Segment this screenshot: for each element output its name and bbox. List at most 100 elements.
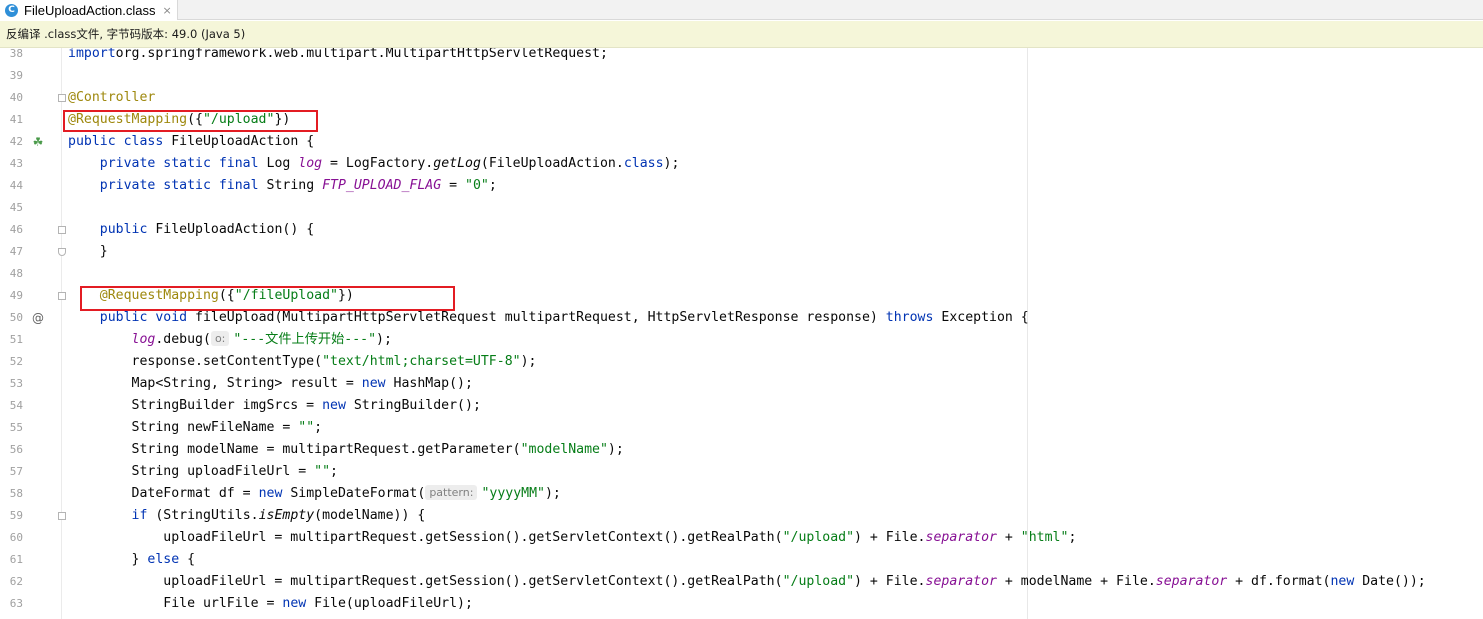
line-number: 47 xyxy=(9,245,23,258)
code-line[interactable]: 48 xyxy=(0,263,1483,285)
code-token: public void xyxy=(99,310,188,325)
code-token: (FileUploadAction. xyxy=(480,156,624,171)
code-line[interactable]: 62 uploadFileUrl = multipartRequest.getS… xyxy=(0,571,1483,593)
line-number: 43 xyxy=(9,157,23,170)
code-token: FileUploadAction { xyxy=(163,134,315,149)
code-line[interactable]: 39 xyxy=(0,65,1483,87)
code-line[interactable]: 44 private static final String FTP_UPLOA… xyxy=(0,175,1483,197)
tab-label: FileUploadAction.class xyxy=(24,2,156,18)
highlight-box-fileupload-mapping xyxy=(80,286,455,311)
code-line[interactable]: 53 Map<String, String> result = new Hash… xyxy=(0,373,1483,395)
code-token: import xyxy=(68,48,116,61)
code-text: response.setContentType("text/html;chars… xyxy=(68,351,537,373)
code-text: DateFormat df = new SimpleDateFormat(pat… xyxy=(68,483,561,505)
code-token: new xyxy=(258,486,283,501)
code-text: StringBuilder imgSrcs = new StringBuilde… xyxy=(68,395,481,417)
code-line[interactable]: 57 String uploadFileUrl = ""; xyxy=(0,461,1483,483)
code-token: getLog xyxy=(433,156,481,171)
code-token: = LogFactory. xyxy=(322,156,434,171)
code-token: if xyxy=(131,508,148,523)
code-token: ; xyxy=(330,464,338,479)
tab-file-upload-action[interactable]: C FileUploadAction.class × xyxy=(0,0,178,20)
code-token: private static final xyxy=(99,178,259,193)
code-token: class xyxy=(623,156,664,171)
code-line[interactable]: 40 @Controller xyxy=(0,87,1483,109)
code-text: String uploadFileUrl = ""; xyxy=(68,461,338,483)
editor-tab-bar: C FileUploadAction.class × xyxy=(0,0,1483,20)
code-line[interactable]: 54 StringBuilder imgSrcs = new StringBui… xyxy=(0,395,1483,417)
code-token: StringBuilder(); xyxy=(345,398,481,413)
code-line[interactable]: 55 String newFileName = ""; xyxy=(0,417,1483,439)
code-token: String uploadFileUrl = xyxy=(68,464,315,479)
code-line[interactable]: 52 response.setContentType("text/html;ch… xyxy=(0,351,1483,373)
code-token: (modelName)) { xyxy=(314,508,426,523)
code-token: ); xyxy=(376,332,392,347)
decompiled-banner: 反编译 .class文件, 字节码版本: 49.0 (Java 5) xyxy=(0,21,1483,48)
bean-icon[interactable]: ☘ xyxy=(31,131,45,153)
code-token: ); xyxy=(544,486,561,501)
code-text: importorg.springframework.web.multipart.… xyxy=(68,48,608,65)
fold-marker-icon[interactable] xyxy=(58,94,66,102)
line-number: 57 xyxy=(9,465,23,478)
code-line[interactable]: 61 } else { xyxy=(0,549,1483,571)
code-token: } xyxy=(68,244,108,259)
code-line[interactable]: 56 String modelName = multipartRequest.g… xyxy=(0,439,1483,461)
code-line[interactable]: 51 log.debug(o: "---文件上传开始---"); xyxy=(0,329,1483,351)
code-text: String modelName = multipartRequest.getP… xyxy=(68,439,624,461)
code-line[interactable]: 47 } xyxy=(0,241,1483,263)
line-number: 59 xyxy=(9,509,23,522)
code-token: File(uploadFileUrl); xyxy=(306,596,473,611)
code-line[interactable]: 59 if (StringUtils.isEmpty(modelName)) { xyxy=(0,505,1483,527)
line-number: 50 xyxy=(9,311,23,324)
code-line[interactable]: 58 DateFormat df = new SimpleDateFormat(… xyxy=(0,483,1483,505)
code-token: separator xyxy=(925,574,997,589)
code-line[interactable]: 38 importorg.springframework.web.multipar… xyxy=(0,48,1483,65)
parameter-hint: o: xyxy=(210,331,230,346)
code-token: SimpleDateFormat( xyxy=(282,486,426,501)
code-token: ; xyxy=(488,178,497,193)
code-token: uploadFileUrl = multipartRequest.getSess… xyxy=(68,530,783,545)
line-number: 49 xyxy=(9,289,23,302)
code-text: } else { xyxy=(68,549,196,571)
code-line[interactable]: 43 private static final Log log = LogFac… xyxy=(0,153,1483,175)
code-token: File urlFile = xyxy=(68,596,283,611)
code-line[interactable]: 60 uploadFileUrl = multipartRequest.getS… xyxy=(0,527,1483,549)
code-token: new xyxy=(282,596,307,611)
line-number: 53 xyxy=(9,377,23,390)
code-text: Map<String, String> result = new HashMap… xyxy=(68,373,473,395)
line-number: 41 xyxy=(9,113,23,126)
code-token: private static final xyxy=(99,156,259,171)
line-number: 42 xyxy=(9,135,23,148)
code-token: HashMap(); xyxy=(385,376,473,391)
code-token: else xyxy=(147,552,180,567)
code-token: } xyxy=(68,552,148,567)
code-line[interactable]: 46 public FileUploadAction() { xyxy=(0,219,1483,241)
line-number: 61 xyxy=(9,553,23,566)
fold-marker-icon[interactable] xyxy=(58,226,66,234)
line-number: 40 xyxy=(9,91,23,104)
fold-marker-icon[interactable] xyxy=(58,292,66,300)
code-line[interactable]: 63 File urlFile = new File(uploadFileUrl… xyxy=(0,593,1483,615)
code-token: String xyxy=(258,178,323,193)
code-token: Date()); xyxy=(1354,574,1426,589)
highlight-box-upload-mapping xyxy=(63,110,318,132)
line-number: 52 xyxy=(9,355,23,368)
code-token: ) + File. xyxy=(854,530,926,545)
code-token: ) + File. xyxy=(854,574,926,589)
fold-marker-icon[interactable] xyxy=(58,512,66,520)
code-line[interactable]: 45 xyxy=(0,197,1483,219)
line-number: 54 xyxy=(9,399,23,412)
code-line[interactable]: 42 ☘ public class FileUploadAction { xyxy=(0,131,1483,153)
code-editor[interactable]: 38 importorg.springframework.web.multipar… xyxy=(0,48,1483,619)
code-token: DateFormat df = xyxy=(68,486,259,501)
close-icon[interactable]: × xyxy=(163,4,172,17)
override-icon[interactable]: @ xyxy=(31,307,45,329)
fold-marker-icon[interactable] xyxy=(58,248,66,256)
line-number: 38 xyxy=(9,48,23,60)
line-number: 46 xyxy=(9,223,23,236)
code-token: ; xyxy=(1068,530,1077,545)
code-token: response.setContentType( xyxy=(68,354,323,369)
